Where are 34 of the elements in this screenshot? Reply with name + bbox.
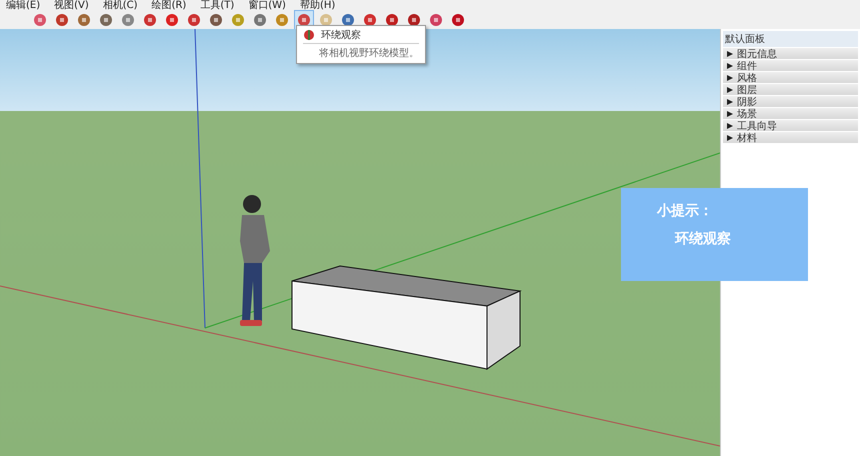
- tool-icon: [76, 12, 92, 28]
- panel-section[interactable]: 工具向导: [723, 120, 858, 131]
- tool-icon: [208, 12, 224, 28]
- panel-section[interactable]: 阴影: [723, 96, 858, 107]
- panel-title: 默认面板: [723, 31, 858, 47]
- tool-icon: [450, 12, 466, 28]
- menu-item[interactable]: 视图(V): [54, 0, 89, 11]
- menu-item[interactable]: 相机(C): [102, 0, 138, 11]
- tool-icon: [120, 12, 136, 28]
- hint-title: 小提示：: [657, 202, 714, 220]
- panel-section[interactable]: 材料: [723, 132, 858, 143]
- tool-icon: [32, 12, 48, 28]
- hint-text: 环绕观察: [674, 230, 732, 248]
- panel-section[interactable]: 组件: [723, 60, 858, 71]
- panel-section[interactable]: 场景: [723, 108, 858, 119]
- tooltip-title: 环绕观察: [321, 28, 361, 42]
- panel-section[interactable]: 图元信息: [723, 48, 858, 59]
- panel-section[interactable]: 风格: [723, 72, 858, 83]
- tool-icon: [98, 12, 114, 28]
- menu-item[interactable]: 编辑(E): [6, 0, 40, 11]
- tool-icon: [186, 12, 202, 28]
- tool-icon: [252, 12, 268, 28]
- orbit-icon: [303, 29, 315, 41]
- menu-item[interactable]: 工具(T): [200, 0, 234, 11]
- tool-icon: [54, 12, 70, 28]
- tool-icon: [274, 12, 290, 28]
- tool-icon: [164, 12, 180, 28]
- menu-item[interactable]: 帮助(H): [300, 0, 336, 11]
- panel-section[interactable]: 图层: [723, 84, 858, 95]
- tool-icon: [142, 12, 158, 28]
- tooltip-description: 将相机视野环绕模型。: [318, 46, 419, 60]
- tool-icon: [230, 12, 246, 28]
- tool-icon: [428, 12, 444, 28]
- menu-item[interactable]: 绘图(R): [152, 0, 186, 11]
